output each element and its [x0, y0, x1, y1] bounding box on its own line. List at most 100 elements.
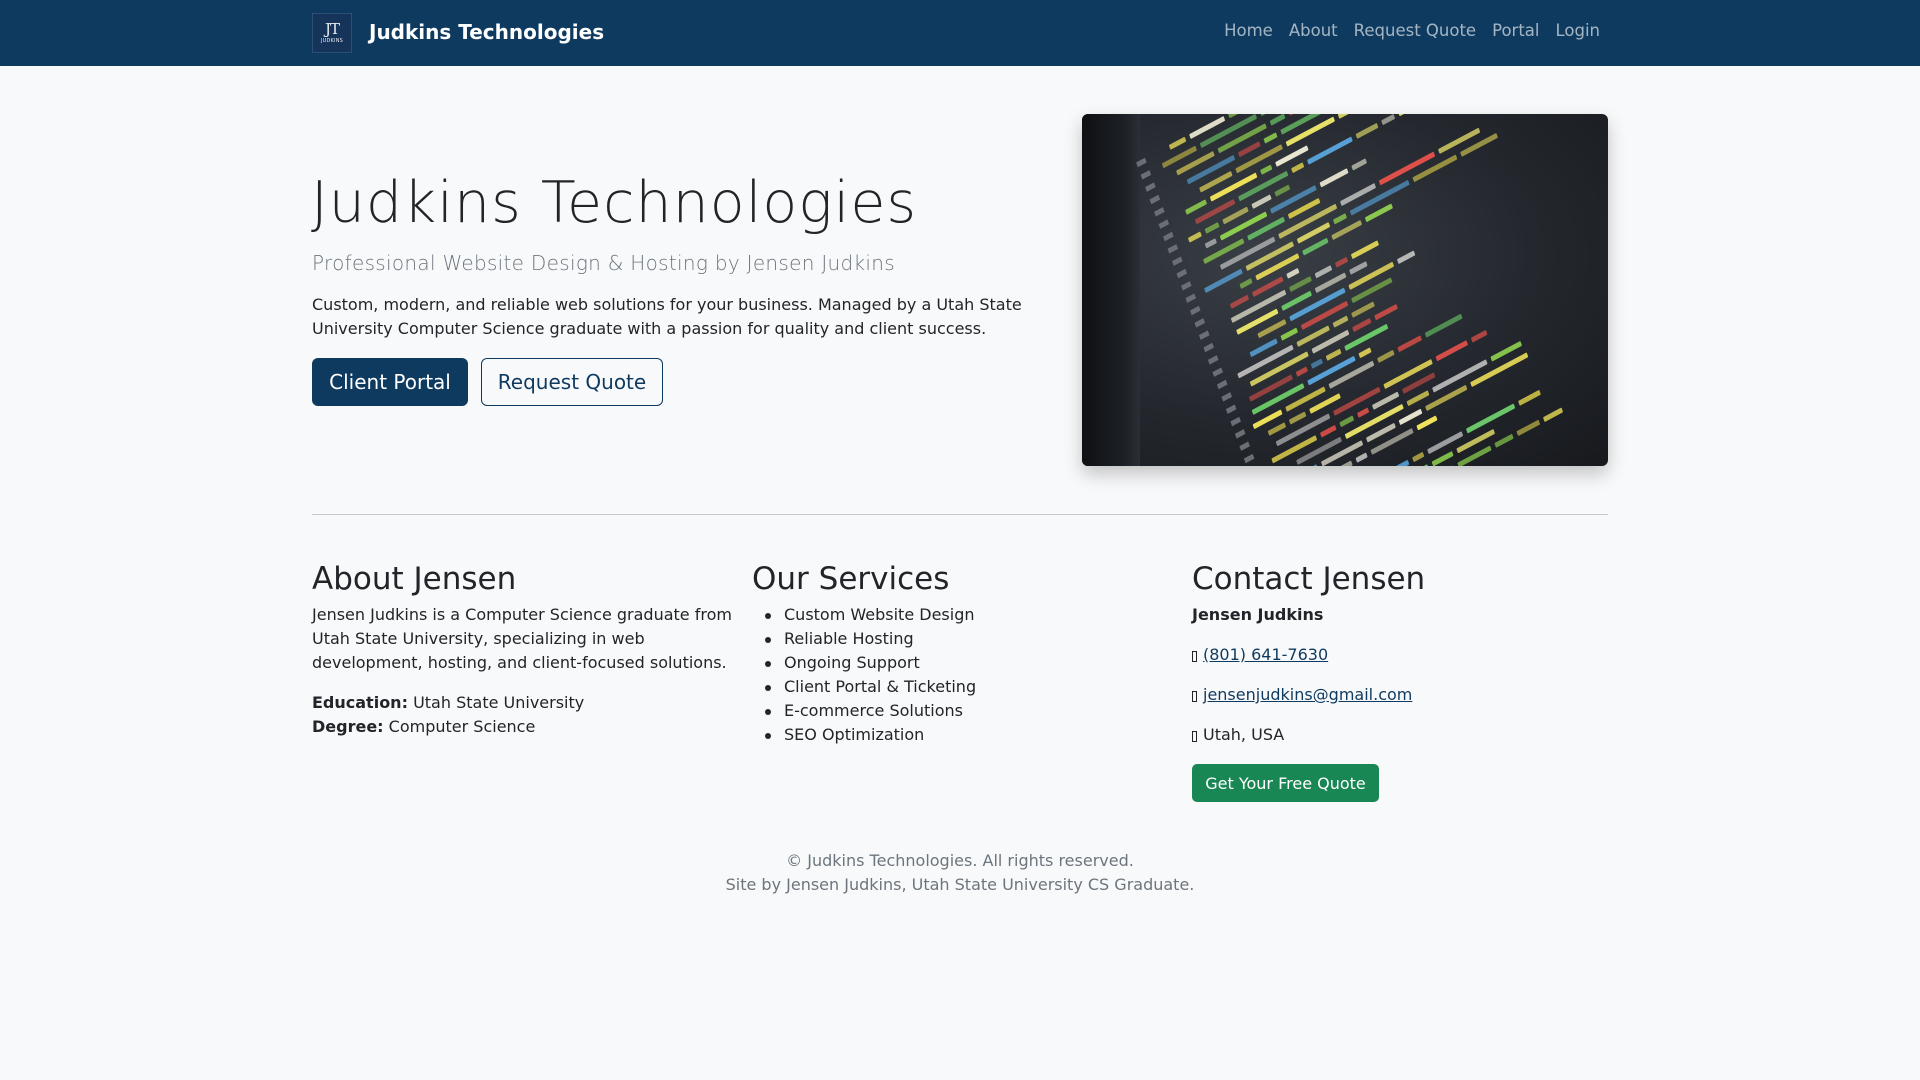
code-token — [1328, 360, 1375, 389]
request-quote-button[interactable]: Request Quote — [481, 358, 663, 406]
about-title: About Jensen — [312, 561, 517, 597]
code-token — [1291, 162, 1304, 173]
code-token — [1230, 295, 1249, 309]
code-token — [1406, 390, 1430, 406]
code-line-number — [1163, 231, 1174, 242]
about-meta: Education: Utah State University Degree:… — [312, 691, 584, 739]
code-line-number — [1149, 194, 1161, 205]
code-token — [1204, 268, 1243, 293]
code-token — [1260, 114, 1294, 116]
code-line-number — [1207, 355, 1219, 365]
code-token — [1425, 385, 1468, 411]
code-token — [1295, 366, 1308, 377]
code-line-number — [1239, 441, 1250, 451]
code-token — [1251, 383, 1305, 415]
phone-link[interactable]: (801) 641-7630 — [1203, 643, 1328, 667]
code-token — [1289, 276, 1312, 292]
code-token — [1351, 240, 1379, 259]
code-token — [1310, 358, 1323, 369]
code-line-number — [1189, 305, 1201, 316]
code-line-number — [1154, 207, 1165, 217]
code-token — [1188, 231, 1202, 243]
nav-link-home[interactable]: Home — [1216, 21, 1281, 45]
code-token — [1231, 289, 1287, 323]
code-token — [1307, 136, 1353, 165]
code-token — [1335, 257, 1348, 268]
bullet-icon — [765, 685, 771, 691]
service-item: Ongoing Support — [752, 651, 976, 675]
code-token — [1296, 437, 1342, 465]
section-divider — [312, 514, 1608, 515]
code-token — [1274, 184, 1290, 197]
code-line-number — [1176, 268, 1188, 279]
code-token — [1271, 435, 1317, 464]
code-token — [1217, 123, 1267, 154]
code-token — [1249, 374, 1293, 402]
code-token — [1237, 344, 1294, 379]
code-token — [1431, 451, 1454, 466]
code-token — [1383, 359, 1433, 389]
envelope-icon — [1192, 691, 1197, 702]
service-item: Custom Website Design — [752, 603, 976, 627]
nav-link-about[interactable]: About — [1281, 21, 1346, 45]
code-line-number — [1203, 342, 1215, 353]
services-title: Our Services — [752, 561, 950, 597]
email-link[interactable]: jensenjudkins@gmail.com — [1203, 683, 1412, 707]
code-token — [1255, 253, 1300, 281]
code-line-number — [1172, 256, 1183, 266]
code-token — [1169, 136, 1187, 150]
code-token — [1319, 168, 1349, 188]
code-token — [1379, 151, 1435, 186]
contact-name: Jensen Judkins — [1192, 605, 1324, 624]
brand-name[interactable]: Judkins Technologies — [369, 20, 604, 44]
code-line-number — [1181, 281, 1192, 291]
contact-phone-row: (801) 641-7630 — [1192, 643, 1328, 667]
code-token — [1222, 206, 1249, 225]
code-token — [1374, 304, 1398, 321]
navbar: JT JUDKINS Judkins Technologies Home Abo… — [0, 0, 1920, 66]
logo-subtext: JUDKINS — [320, 38, 344, 44]
code-token — [1307, 356, 1356, 386]
code-token — [1424, 314, 1463, 338]
code-token — [1398, 409, 1423, 425]
code-line-number — [1158, 219, 1170, 229]
hero-code-image — [1082, 114, 1608, 466]
bullet-icon — [765, 733, 771, 739]
code-token — [1494, 434, 1514, 448]
code-token — [1355, 452, 1368, 463]
code-token — [1352, 318, 1372, 332]
code-line-number — [1185, 293, 1197, 303]
code-line-number — [1198, 330, 1210, 340]
nav-link-portal[interactable]: Portal — [1484, 21, 1547, 45]
code-token — [1412, 154, 1458, 182]
code-token — [1471, 330, 1488, 343]
brand-logo[interactable]: JT JUDKINS — [312, 13, 352, 53]
code-token — [1543, 407, 1563, 422]
code-token — [1289, 411, 1307, 425]
code-token — [1238, 141, 1261, 157]
code-token — [1302, 238, 1329, 256]
code-token — [1220, 236, 1276, 270]
code-token — [1263, 132, 1278, 144]
service-item: Reliable Hosting — [752, 627, 976, 651]
code-token — [1245, 241, 1294, 271]
service-item: Client Portal & Ticketing — [752, 675, 976, 699]
code-token — [1185, 199, 1207, 215]
code-token — [1365, 203, 1393, 222]
free-quote-button[interactable]: Get Your Free Quote — [1192, 764, 1379, 802]
code-token — [1339, 415, 1354, 427]
code-token — [1518, 390, 1541, 406]
code-token — [1398, 114, 1436, 116]
hero-subtitle: Professional Website Design & Hosting by… — [312, 251, 895, 275]
logo-monogram: JT — [324, 20, 340, 38]
nav-link-request-quote[interactable]: Request Quote — [1346, 21, 1484, 45]
about-text: Jensen Judkins is a Computer Science gra… — [312, 605, 732, 672]
client-portal-button[interactable]: Client Portal — [312, 358, 468, 406]
nav-link-login[interactable]: Login — [1547, 21, 1608, 45]
code-line-number — [1212, 367, 1223, 377]
code-token — [1333, 387, 1381, 416]
code-screen-photo — [1136, 114, 1563, 466]
degree-label: Degree: — [312, 717, 384, 736]
code-token — [1285, 116, 1335, 147]
code-token — [1344, 324, 1389, 351]
